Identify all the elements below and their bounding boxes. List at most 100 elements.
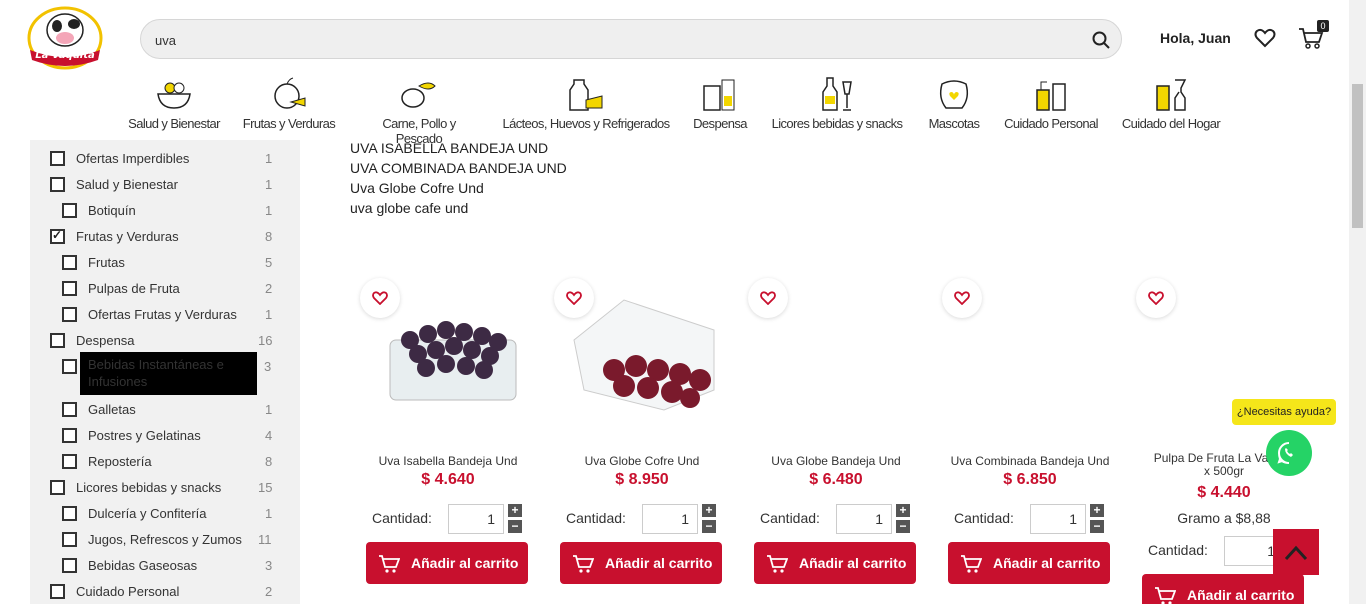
filter-frutas[interactable]: Frutas 5 — [62, 253, 280, 273]
product-name[interactable]: Uva Globe Cofre Und — [554, 454, 730, 468]
product-name[interactable]: Uva Combinada Bandeja Und — [942, 454, 1118, 468]
filter-checkbox[interactable] — [62, 532, 77, 547]
cart-icon — [1155, 587, 1176, 604]
filter-pulpas-fruta[interactable]: Pulpas de Fruta 2 — [62, 279, 280, 299]
filter-checkbox[interactable] — [62, 428, 77, 443]
product-price: $ 4.440 — [1197, 484, 1251, 501]
product-price: $ 6.850 — [1003, 471, 1057, 488]
bottles-icon — [822, 77, 852, 111]
add-to-cart-button[interactable]: Añadir al carrito — [948, 542, 1110, 584]
category-carne-pollo-pescado[interactable]: Carne, Pollo y Pescado — [358, 76, 480, 146]
filter-salud-bienestar[interactable]: Salud y Bienestar 1 — [50, 175, 280, 195]
add-to-cart-button[interactable]: Añadir al carrito — [754, 542, 916, 584]
suggestion-item[interactable]: Uva Globe Cofre Und — [350, 178, 567, 198]
quantity-label: Cantidad: — [1148, 542, 1208, 558]
cart-icon — [961, 555, 982, 573]
chevron-up-icon — [1284, 545, 1308, 561]
filter-dulceria[interactable]: Dulcería y Confitería 1 — [62, 504, 280, 524]
wishlist-button[interactable] — [942, 278, 982, 318]
filter-checkbox[interactable] — [62, 359, 77, 374]
search-icon[interactable] — [1091, 30, 1111, 50]
quantity-increment-button[interactable]: + — [896, 504, 910, 517]
filter-bebidas-gaseosas[interactable]: Bebidas Gaseosas 3 — [62, 556, 280, 576]
wishlist-button[interactable] — [554, 278, 594, 318]
filter-checkbox[interactable] — [62, 558, 77, 573]
whatsapp-icon — [1277, 442, 1293, 464]
quantity-input[interactable] — [448, 504, 504, 534]
unit-price: Gramo a $8,88 — [1177, 510, 1271, 526]
category-cuidado-hogar[interactable]: Cuidado del Hogar — [1120, 76, 1222, 131]
product-name[interactable]: Uva Isabella Bandeja Und — [360, 454, 536, 468]
category-salud-bienestar[interactable]: Salud y Bienestar — [128, 76, 220, 131]
scroll-to-top-button[interactable] — [1273, 529, 1319, 575]
quantity-input[interactable] — [1030, 504, 1086, 534]
quantity-label: Cantidad: — [954, 510, 1014, 526]
filter-checkbox[interactable] — [50, 333, 65, 348]
filter-botiquin[interactable]: Botiquín 1 — [62, 201, 280, 221]
quantity-decrement-button[interactable]: − — [896, 520, 910, 533]
quantity-decrement-button[interactable]: − — [508, 520, 522, 533]
filter-checkbox[interactable] — [62, 281, 77, 296]
category-lacteos[interactable]: Lácteos, Huevos y Refrigerados — [502, 76, 670, 131]
help-tooltip[interactable]: ¿Necesitas ayuda? — [1232, 399, 1336, 425]
filter-despensa[interactable]: Despensa 16 — [50, 331, 280, 351]
filter-checkbox[interactable] — [62, 255, 77, 270]
filter-galletas[interactable]: Galletas 1 — [62, 400, 280, 420]
filter-checkbox[interactable] — [50, 480, 65, 495]
filter-sidebar: Ofertas Imperdibles 1 Salud y Bienestar 1 … — [30, 140, 300, 604]
filter-reposteria[interactable]: Repostería 8 — [62, 452, 280, 472]
category-cuidado-personal[interactable]: Cuidado Personal — [1002, 76, 1100, 131]
brand-logo[interactable]: La Vaquita — [26, 6, 104, 70]
filter-hover-label[interactable]: Bebidas Instantáneas e Infusiones — [80, 352, 257, 395]
filter-checkbox[interactable] — [62, 454, 77, 469]
add-to-cart-button[interactable]: Añadir al carrito — [1142, 574, 1304, 604]
quantity-input[interactable] — [836, 504, 892, 534]
category-mascotas[interactable]: Mascotas — [926, 76, 982, 131]
wishlist-heart-icon[interactable] — [1254, 28, 1276, 48]
add-to-cart-button[interactable]: Añadir al carrito — [366, 542, 528, 584]
milk-cheese-icon — [569, 79, 603, 111]
quantity-input[interactable] — [642, 504, 698, 534]
scrollbar-thumb[interactable] — [1352, 84, 1363, 228]
meat-fish-icon — [401, 82, 436, 108]
heart-icon — [372, 291, 388, 305]
product-name[interactable]: Uva Globe Bandeja Und — [748, 454, 924, 468]
filter-licores[interactable]: Licores bebidas y snacks 15 — [50, 478, 280, 498]
category-frutas-verduras[interactable]: Frutas y Verduras — [242, 76, 336, 131]
heart-icon — [1148, 291, 1164, 305]
quantity-decrement-button[interactable]: − — [702, 520, 716, 533]
product-price: $ 4.640 — [421, 471, 475, 488]
wishlist-button[interactable] — [748, 278, 788, 318]
whatsapp-button[interactable] — [1266, 430, 1312, 476]
filter-checkbox[interactable] — [62, 506, 77, 521]
wishlist-button[interactable] — [360, 278, 400, 318]
quantity-decrement-button[interactable]: − — [1090, 520, 1104, 533]
product-card: Uva Globe Cofre Und $ 8.950 Cantidad: + … — [554, 266, 730, 604]
filter-ofertas-imperdibles[interactable]: Ofertas Imperdibles 1 — [50, 149, 280, 169]
quantity-increment-button[interactable]: + — [508, 504, 522, 517]
user-greeting[interactable]: Hola, Juan — [1160, 30, 1231, 46]
quantity-increment-button[interactable]: + — [1090, 504, 1104, 517]
search-bar[interactable] — [140, 19, 1122, 59]
category-despensa[interactable]: Despensa — [692, 76, 748, 131]
suggestion-item[interactable]: UVA COMBINADA BANDEJA UND — [350, 158, 567, 178]
quantity-increment-button[interactable]: + — [702, 504, 716, 517]
filter-checkbox[interactable] — [62, 307, 77, 322]
filter-checkbox[interactable] — [50, 584, 65, 599]
suggestion-item[interactable]: uva globe cafe und — [350, 198, 567, 218]
suggestion-item[interactable]: UVA ISABELLA BANDEJA UND — [350, 138, 567, 158]
add-to-cart-button[interactable]: Añadir al carrito — [560, 542, 722, 584]
filter-checkbox-checked[interactable] — [50, 228, 65, 244]
filter-ofertas-frutas-verduras[interactable]: Ofertas Frutas y Verduras 1 — [62, 305, 280, 325]
filter-checkbox[interactable] — [50, 177, 65, 192]
filter-cuidado-personal[interactable]: Cuidado Personal 2 — [50, 582, 280, 602]
filter-postres-gelatinas[interactable]: Postres y Gelatinas 4 — [62, 426, 280, 446]
wishlist-button[interactable] — [1136, 278, 1176, 318]
filter-checkbox[interactable] — [62, 203, 77, 218]
filter-jugos[interactable]: Jugos, Refrescos y Zumos 11 — [62, 530, 280, 550]
filter-frutas-verduras[interactable]: Frutas y Verduras8 — [50, 227, 280, 247]
filter-checkbox[interactable] — [62, 402, 77, 417]
category-licores[interactable]: Licores bebidas y snacks — [770, 76, 904, 131]
filter-checkbox[interactable] — [50, 151, 65, 166]
search-input[interactable] — [155, 29, 1055, 51]
